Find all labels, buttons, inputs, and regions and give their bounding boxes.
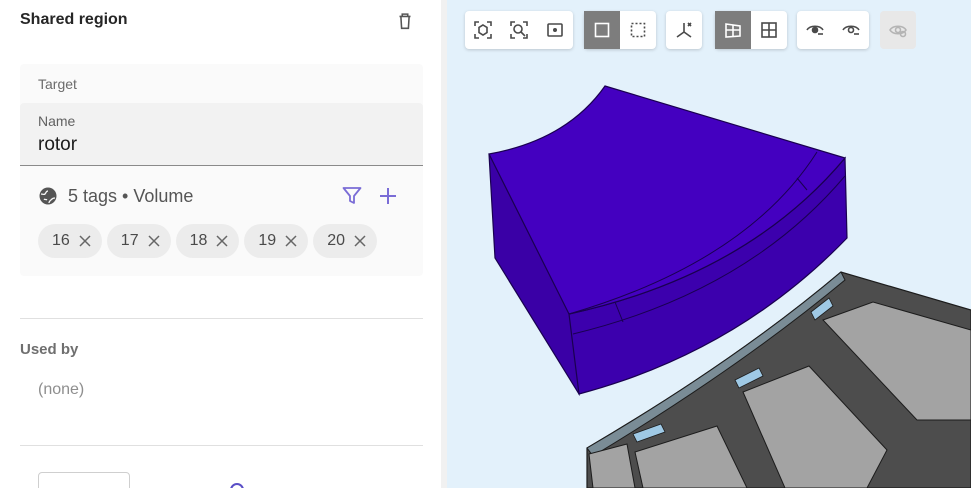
zoom-fit-icon xyxy=(474,21,492,39)
close-icon[interactable] xyxy=(147,234,161,248)
zoom-to-selection-icon xyxy=(510,21,528,39)
reset-visibility-toolbar xyxy=(880,11,916,49)
tag-chip-label: 18 xyxy=(189,232,208,249)
tag-chip[interactable]: 18 xyxy=(175,224,240,258)
name-field-label: Name xyxy=(38,113,76,129)
frame-button[interactable] xyxy=(537,11,573,49)
used-by-title: Used by xyxy=(20,341,79,358)
tag-chip[interactable]: 17 xyxy=(106,224,171,258)
tag-chip-label: 19 xyxy=(258,232,277,249)
name-field[interactable]: Name rotor xyxy=(20,103,423,166)
show-all-button[interactable] xyxy=(880,11,916,49)
tag-chip[interactable]: 16 xyxy=(38,224,102,258)
close-icon[interactable] xyxy=(353,234,367,248)
lasso-select-icon xyxy=(630,22,646,38)
axes-button[interactable] xyxy=(666,11,702,49)
delete-icon[interactable] xyxy=(394,10,416,32)
close-icon[interactable] xyxy=(78,234,92,248)
tags-row: 5 tags • Volume xyxy=(38,184,408,208)
section-divider xyxy=(20,318,423,319)
filter-icon[interactable] xyxy=(340,184,364,208)
render-mode-toolbar xyxy=(715,11,787,49)
wireframe-icon xyxy=(761,22,777,38)
zoom-selection-button[interactable] xyxy=(501,11,537,49)
axes-icon xyxy=(676,22,692,38)
tag-chip-label: 20 xyxy=(327,232,345,249)
tag-chip[interactable]: 20 xyxy=(313,224,377,258)
show-icon xyxy=(842,25,860,35)
tag-chip-label: 16 xyxy=(52,232,70,249)
box-select-button[interactable] xyxy=(584,11,620,49)
frame-icon xyxy=(547,23,563,37)
shared-region-panel: Shared region Target Name rotor 5 tags •… xyxy=(0,0,441,488)
zoom-fit-button[interactable] xyxy=(465,11,501,49)
shaded-button[interactable] xyxy=(715,11,751,49)
hide-icon xyxy=(806,25,824,35)
tag-chip-label: 17 xyxy=(120,232,139,249)
panel-title: Shared region xyxy=(20,11,128,28)
globe-icon xyxy=(39,187,57,205)
section-divider xyxy=(20,445,423,446)
tag-chip[interactable]: 19 xyxy=(244,224,309,258)
selection-toolbar xyxy=(584,11,656,49)
box-select-icon xyxy=(594,22,610,38)
show-all-icon xyxy=(889,25,907,38)
shaded-icon xyxy=(725,23,741,38)
visibility-toggle[interactable] xyxy=(230,483,244,488)
bottom-action-button[interactable] xyxy=(38,472,130,488)
camera-toolbar xyxy=(465,11,573,49)
name-field-value[interactable]: rotor xyxy=(38,134,77,156)
target-card: Target Name rotor 5 tags • Volume 16 17 … xyxy=(20,64,423,276)
target-label: Target xyxy=(38,76,77,92)
axes-toolbar xyxy=(666,11,702,49)
used-by-empty: (none) xyxy=(38,381,85,398)
tag-chips: 16 17 18 19 20 xyxy=(38,224,377,258)
close-icon[interactable] xyxy=(284,234,298,248)
3d-viewport[interactable] xyxy=(447,0,971,488)
show-button[interactable] xyxy=(833,11,869,49)
hide-button[interactable] xyxy=(797,11,833,49)
model-render[interactable] xyxy=(447,0,971,488)
visibility-toolbar xyxy=(797,11,869,49)
add-icon[interactable] xyxy=(376,184,400,208)
tags-summary: 5 tags • Volume xyxy=(68,186,194,206)
lasso-select-button[interactable] xyxy=(620,11,656,49)
wireframe-button[interactable] xyxy=(751,11,787,49)
close-icon[interactable] xyxy=(215,234,229,248)
